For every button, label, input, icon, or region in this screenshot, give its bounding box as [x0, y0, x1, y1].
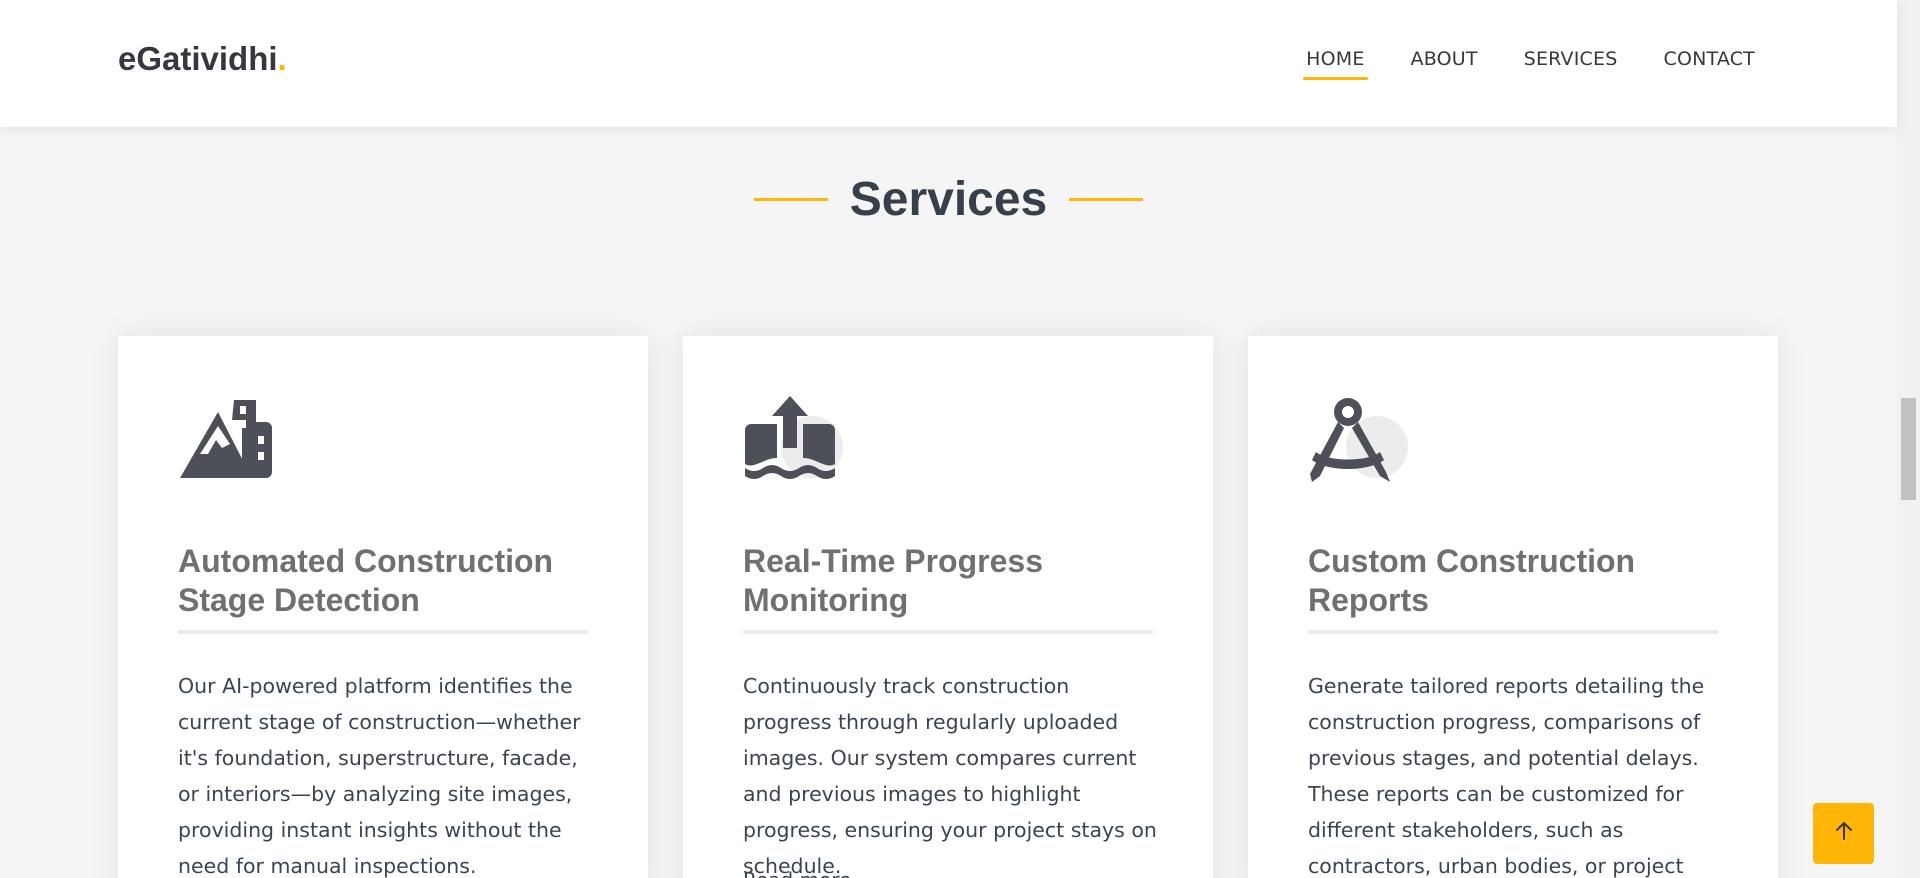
- section-title: Services: [849, 173, 1048, 226]
- read-more-link[interactable]: Read more: [743, 868, 851, 878]
- logo-dot: .: [277, 40, 287, 77]
- arrow-up-icon: [1833, 820, 1855, 847]
- back-to-top-button[interactable]: [1813, 803, 1874, 864]
- service-card-progress-monitoring: Real-Time Progress Monitoring Continuous…: [683, 336, 1213, 878]
- site-header: eGatividhi. HOME ABOUT SERVICES CONTACT: [0, 0, 1897, 127]
- nav-home[interactable]: HOME: [1303, 48, 1369, 80]
- card-divider: [743, 630, 1153, 634]
- title-line-right: [1069, 198, 1144, 201]
- card-description: Generate tailored reports detailing the …: [1308, 674, 1705, 878]
- card-description: Our AI-powered platform identifies the c…: [178, 674, 581, 878]
- mountain-city-icon: [178, 396, 288, 486]
- page-scrollbar[interactable]: [1897, 0, 1920, 878]
- card-divider: [178, 630, 588, 634]
- title-line-left: [753, 198, 828, 201]
- section-header: Services: [0, 172, 1897, 227]
- service-card-stage-detection: Automated Construction Stage Detection O…: [118, 336, 648, 878]
- nav-services[interactable]: SERVICES: [1524, 48, 1618, 80]
- nav-contact[interactable]: CONTACT: [1663, 48, 1755, 80]
- card-title: Automated Construction Stage Detection: [178, 543, 554, 618]
- main-nav: HOME ABOUT SERVICES CONTACT: [1303, 48, 1755, 80]
- upload-water-icon: [743, 396, 853, 486]
- service-card-custom-reports: Custom Construction Reports Generate tai…: [1248, 336, 1778, 878]
- scrollbar-thumb[interactable]: [1901, 398, 1916, 500]
- site-logo[interactable]: eGatividhi.: [118, 40, 287, 78]
- card-divider: [1308, 630, 1718, 634]
- card-title: Real-Time Progress Monitoring: [743, 543, 1043, 618]
- logo-text: eGatividhi: [118, 40, 278, 77]
- card-title: Custom Construction Reports: [1308, 543, 1636, 618]
- compass-drafting-icon: [1308, 396, 1418, 486]
- card-description: Continuously track construction progress…: [743, 674, 1157, 878]
- nav-about[interactable]: ABOUT: [1411, 48, 1478, 80]
